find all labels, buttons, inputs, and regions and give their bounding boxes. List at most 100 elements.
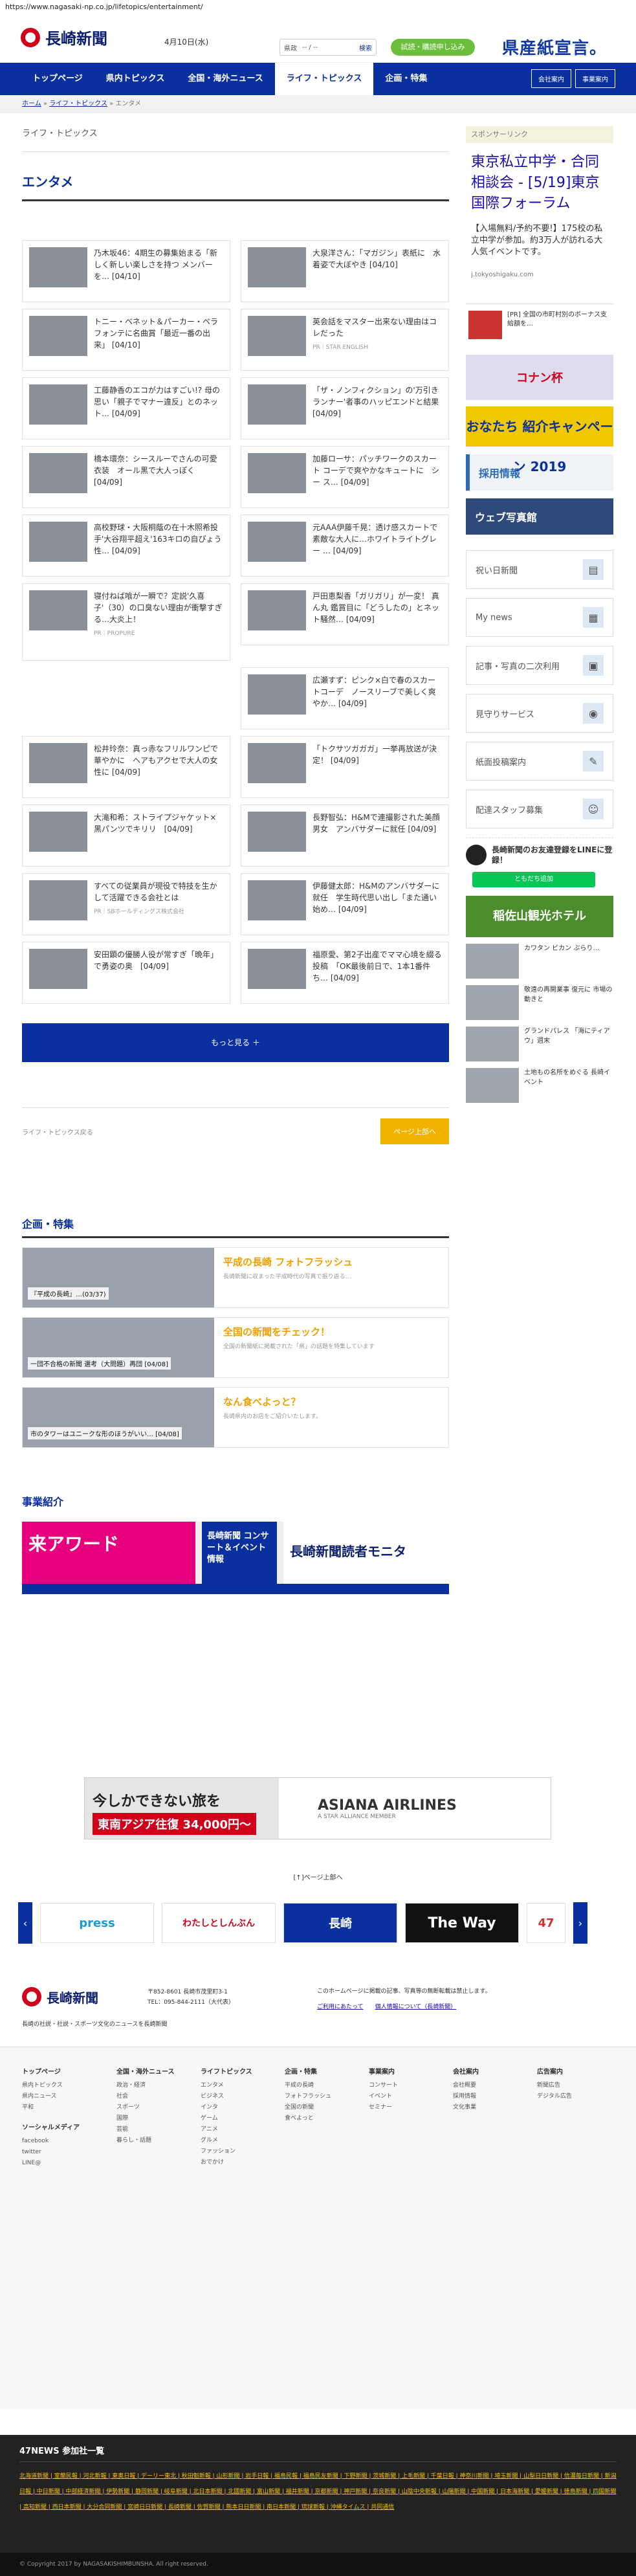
article-title[interactable]: 英会話をマスター出来ない理由はコレだった — [313, 317, 437, 338]
header-ad-banner[interactable]: 県産紙宣言。 — [502, 35, 607, 59]
col-heading[interactable]: 企画・特集 — [285, 2067, 331, 2078]
side-item[interactable]: グランドパレス 「海にティアウ」週末 — [466, 1027, 613, 1061]
article-card[interactable]: 安田顕の優勝人役が常すぎ「晩年」で勇姿の奥 [04/09] — [22, 942, 230, 1004]
article-card[interactable]: 橋本環奈：シースルーでさんの可愛衣装 オール黒で大人っぽく [04/09] — [22, 446, 230, 508]
article-card[interactable]: 戸田恵梨香「ガリガリ」が一変！ 真ん丸 鑑賞目に「どうしたの」とネット騒然… [… — [241, 583, 449, 645]
nav-business[interactable]: 事業案内 — [575, 69, 615, 88]
feature-item[interactable]: 一団不合格の新聞 選考（大問題）再団 [04/08] 全国の新聞をチェック！ 全国の… — [22, 1317, 449, 1378]
search-button[interactable]: 検索 — [359, 43, 372, 52]
business-banner[interactable]: 長崎新聞読者モニタ — [283, 1522, 449, 1584]
search-box[interactable]: 県政 -- / -- 検索 — [280, 39, 377, 56]
article-card[interactable]: 「ザ・ノンフィクション」の'万引き ランナー'者事のハッピエンドと結果 [04/… — [241, 377, 449, 439]
article-title[interactable]: 伊藤健太郎：H&Mのアンバサダーに就任 学生時代思い出し「また通い始め… [04… — [313, 880, 442, 915]
col-link[interactable]: 全国の新聞 — [285, 2102, 331, 2113]
article-card[interactable]: 「トクサツガガガ」一挙再放送が決定！ [04/09] — [241, 736, 449, 798]
side-link-celebration[interactable]: 祝い日新聞 ▤ — [466, 550, 613, 589]
col-link[interactable]: ビジネス — [201, 2091, 252, 2102]
article-title[interactable]: 橋本環奈：シースルーでさんの可愛衣装 オール黒で大人っぽく [04/09] — [94, 453, 223, 488]
business-carousel[interactable]: 来アワード 長崎新聞 コンサート＆イベント情報 長崎新聞読者モニタ — [22, 1522, 449, 1584]
sponsor-ad[interactable]: 東京私立中学・合同相談会 - [5/19]東京国際フォーラム 【入場無料/予約不… — [466, 143, 613, 294]
col-link[interactable]: 社会 — [116, 2091, 175, 2102]
article-card[interactable]: 伊藤健太郎：H&Mのアンバサダーに就任 学生時代思い出し「また通い始め… [04… — [241, 873, 449, 935]
pr-text[interactable]: [PR] 全国の市町村別のボーナス支給額を… — [507, 311, 611, 339]
col-link[interactable]: 県内ニュース — [22, 2091, 80, 2102]
col-link[interactable]: twitter — [22, 2147, 80, 2158]
hotel-banner[interactable]: 稲佐山観光ホテル — [466, 896, 613, 937]
side-link-post[interactable]: 紙面投稿案内 ✎ — [466, 742, 613, 781]
article-card[interactable]: 長野智弘：H&Mで連撮影された美顔男女 アンバサダーに就任 [04/09] — [241, 805, 449, 867]
col-link[interactable]: グルメ — [201, 2135, 252, 2146]
col-heading[interactable]: トップページ — [22, 2067, 80, 2078]
col-link[interactable]: スポーツ — [116, 2102, 175, 2113]
page-top-button[interactable]: ページ上部へ — [380, 1118, 449, 1144]
side-banner-conan[interactable]: コナン杯 — [466, 355, 613, 400]
nav-life[interactable]: ライフ・トピックス — [274, 63, 374, 95]
breadcrumb-life[interactable]: ライフ・トピックス — [49, 100, 107, 107]
article-title[interactable]: 戸田恵梨香「ガリガリ」が一変！ 真ん丸 鑑賞目に「どうしたの」とネット騒然… [… — [313, 590, 442, 625]
col-heading[interactable]: 会社案内 — [453, 2067, 479, 2078]
col-link[interactable]: エンタメ — [201, 2080, 252, 2091]
feature-title[interactable]: 全国の新聞をチェック！ — [223, 1326, 375, 1338]
col-link[interactable]: 文化事業 — [453, 2102, 479, 2113]
col-heading[interactable]: ライフトピックス — [201, 2067, 252, 2078]
col-heading[interactable]: 事業案内 — [369, 2067, 398, 2078]
col-link[interactable]: 食べよっと — [285, 2113, 331, 2124]
col-link[interactable]: 新聞広告 — [537, 2080, 572, 2091]
terms-link[interactable]: ご利用にあたって — [317, 2004, 364, 2010]
col-link[interactable]: ファッション — [201, 2146, 252, 2157]
article-card[interactable]: 元AAA伊藤千晃：透け感スカートで素敵な大人に…ホワイトライトグレー … [04… — [241, 515, 449, 577]
nav-company[interactable]: 会社案内 — [531, 69, 571, 88]
col-link[interactable]: 採用情報 — [453, 2091, 479, 2102]
article-title[interactable]: 安田顕の優勝人役が常すぎ「晩年」で勇姿の奥 [04/09] — [94, 949, 223, 972]
side-link-mynews[interactable]: My news ▦ — [466, 598, 613, 637]
carousel-prev-icon[interactable]: ‹ — [18, 1902, 32, 1944]
col-link[interactable]: 県内トピックス — [22, 2080, 80, 2091]
col-link[interactable]: LINE@ — [22, 2158, 80, 2169]
article-title[interactable]: 広瀬すず：ピンク×白で春のスカートコーデ ノースリーブで美しく爽やか… [04/… — [313, 674, 442, 709]
col-link[interactable]: 国際 — [116, 2113, 175, 2124]
side-banner-campaign[interactable]: おなたち 紹介キャンペーン 2019 — [466, 406, 613, 474]
article-title[interactable]: 長野智弘：H&Mで連撮影された美顔男女 アンバサダーに就任 [04/09] — [313, 812, 442, 835]
ad-page-top-link[interactable]: [↑]ページ上部へ — [0, 1872, 636, 1882]
article-card[interactable]: 福原愛、第2子出産でママ心境を綴る投稿 「OK最後前日で、1本1番件ち… [04… — [241, 942, 449, 1004]
footer-logo[interactable]: 長崎新聞 — [22, 1987, 98, 2006]
col-link[interactable]: 平和 — [22, 2102, 80, 2113]
col-link[interactable]: おでかけ — [201, 2157, 252, 2168]
ad-domain[interactable]: j.tokyoshigaku.com — [471, 265, 608, 285]
nav-national[interactable]: 全国・海外ニュース — [176, 63, 274, 95]
partner-banner[interactable]: press — [40, 1903, 154, 1943]
col-link[interactable]: 平成の長崎 — [285, 2080, 331, 2091]
business-banner[interactable]: 来アワード — [22, 1522, 195, 1584]
col-heading[interactable]: 全国・海外ニュース — [116, 2067, 175, 2078]
feature-title[interactable]: なん食べよっと？ — [223, 1395, 322, 1408]
article-title[interactable]: 「トクサツガガガ」一挙再放送が決定！ [04/09] — [313, 743, 442, 766]
col-link[interactable]: インタ — [201, 2102, 252, 2113]
col-link[interactable]: 会社概要 — [453, 2080, 479, 2091]
feature-item[interactable]: 『平成の長崎』…(03/37) 平成の長崎 フォトフラッシュ 長崎新聞に収まった平成… — [22, 1247, 449, 1308]
nav-top[interactable]: トップページ — [21, 63, 94, 95]
col-link[interactable]: アニメ — [201, 2124, 252, 2135]
privacy-link[interactable]: 個人情報について（長崎新聞） — [375, 2004, 457, 2010]
col-link[interactable]: facebook — [22, 2136, 80, 2147]
bottom-ad[interactable]: 今しかできない旅を 東南アジア往復 34,000円～ ASIANA AIRLINE… — [84, 1777, 551, 1839]
side-link-staff[interactable]: 配達スタッフ募集 ☺ — [466, 790, 613, 828]
feature-item[interactable]: 市のタワーはユニークな形のほうがいい… [04/08] なん食べよっと？ 長崎県内の… — [22, 1387, 449, 1448]
more-button[interactable]: もっと見る ＋ — [22, 1023, 449, 1062]
side-item-text[interactable]: 土地もの名所をめぐる 長崎イベント — [524, 1068, 613, 1103]
side-link-reuse[interactable]: 記事・写真の二次利用 ▣ — [466, 646, 613, 685]
n47-links[interactable]: 北海道新聞 | 室蘭民報 | 河北新報 | 東奥日報 | デーリー東北 | 秋田… — [19, 2469, 617, 2515]
side-item-text[interactable]: カワタン ビカン ぶらり… — [524, 944, 599, 979]
col-link[interactable]: フォトフラッシュ — [285, 2091, 331, 2102]
nav-feature[interactable]: 企画・特集 — [373, 63, 439, 95]
feature-title[interactable]: 平成の長崎 フォトフラッシュ — [223, 1256, 353, 1269]
article-title[interactable]: 工藤静香のエコが力はすごい!? 母の思い「親子でマナー違反」とのネット… [04… — [94, 384, 223, 419]
article-title[interactable]: 「ザ・ノンフィクション」の'万引き ランナー'者事のハッピエンドと結果 [04/… — [313, 384, 442, 419]
article-card[interactable]: 松井玲奈：真っ赤なフリルワンピで華やかに ヘアもアクセで大人の女性に [04/0… — [22, 736, 230, 798]
article-title[interactable]: 元AAA伊藤千晃：透け感スカートで素敵な大人に…ホワイトライトグレー … [04… — [313, 522, 442, 557]
article-title[interactable]: 松井玲奈：真っ赤なフリルワンピで華やかに ヘアもアクセで大人の女性に [04/0… — [94, 743, 223, 778]
partner-banner[interactable]: The Way — [405, 1903, 519, 1943]
partner-banner[interactable]: わたしとしんぶん — [162, 1903, 276, 1943]
article-card[interactable]: 大滝和希：ストライプジャケット×黒パンツでキリリ [04/09] — [22, 805, 230, 867]
col-link[interactable]: イベント — [369, 2091, 398, 2102]
photo-banner[interactable]: ウェブ写真館 — [466, 498, 613, 535]
